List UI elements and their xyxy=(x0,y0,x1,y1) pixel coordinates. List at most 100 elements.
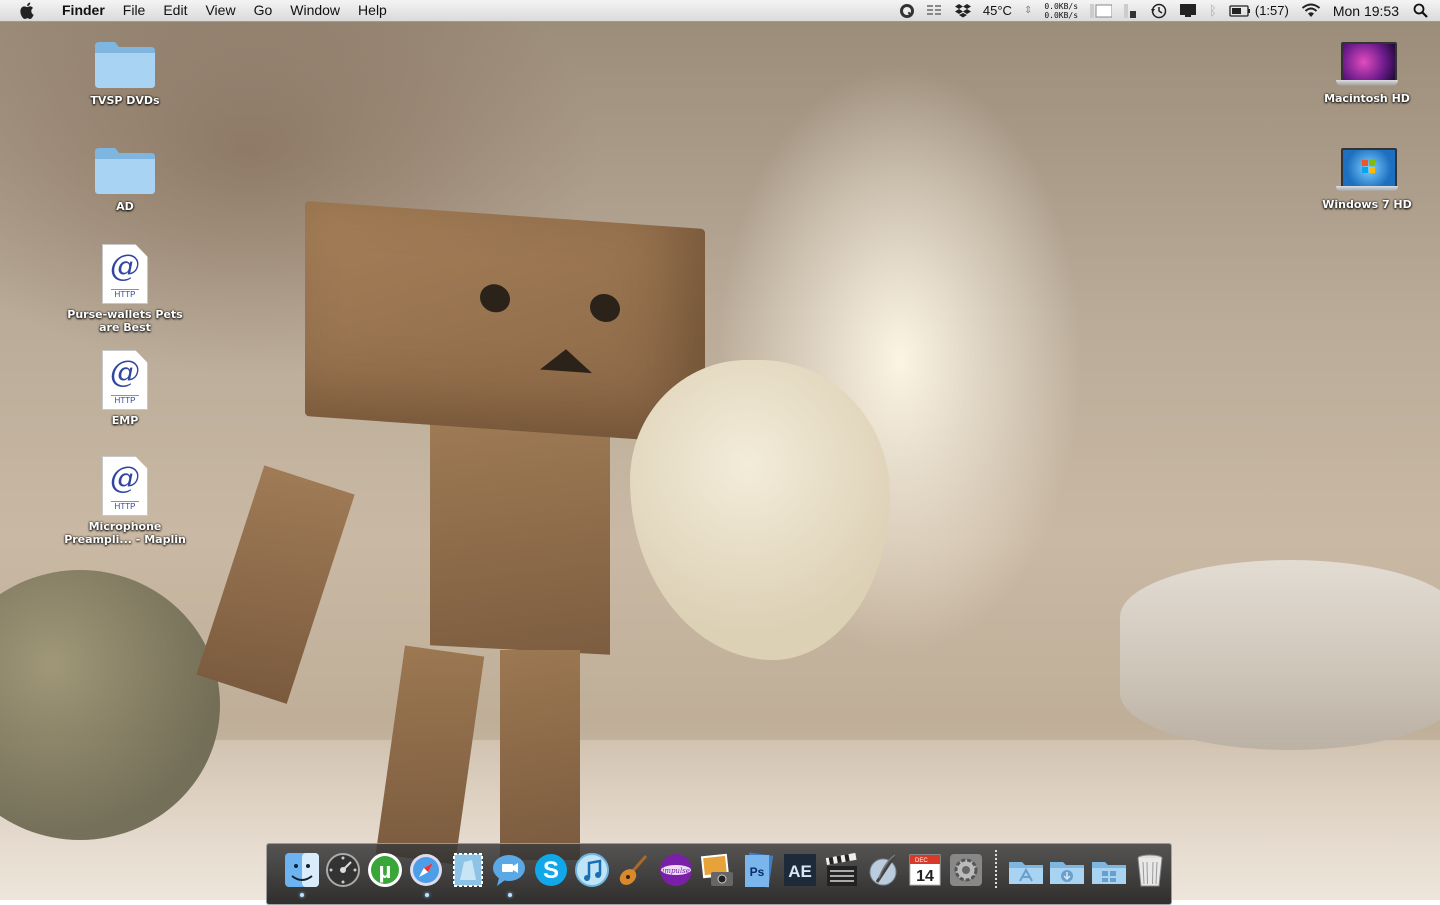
documents-folder-icon xyxy=(1091,862,1126,884)
dock-final-cut[interactable] xyxy=(823,851,861,889)
calendar-month: DEC xyxy=(915,858,928,864)
desktop-icon-weblink[interactable]: @ HTTP Purse-wallets Pets are Best xyxy=(65,244,185,334)
battery-time: (1:57) xyxy=(1254,3,1289,18)
dock-impulse[interactable]: impulse xyxy=(657,851,695,889)
wifi-icon[interactable] xyxy=(1301,3,1321,18)
menu-edit[interactable]: Edit xyxy=(154,0,196,21)
dropbox-icon[interactable] xyxy=(954,3,971,18)
wallpaper-robot-nose xyxy=(540,347,592,374)
dock-applications-folder[interactable] xyxy=(1007,851,1045,889)
desktop-icon-weblink[interactable]: @ HTTP EMP xyxy=(65,350,185,427)
text-menu-icon[interactable] xyxy=(926,4,943,18)
impulse-icon: impulse xyxy=(659,854,692,886)
dock-script-editor[interactable] xyxy=(864,851,902,889)
dock-ical[interactable]: DEC 14 xyxy=(906,851,944,889)
dock-photoshop[interactable]: Ps xyxy=(740,851,778,889)
apple-menu-icon[interactable] xyxy=(19,2,41,19)
menu-file[interactable]: File xyxy=(114,0,155,21)
dock-separator xyxy=(995,850,997,890)
itunes-icon xyxy=(575,853,610,887)
menu-bar: Finder File Edit View Go Window Help 45°… xyxy=(0,0,1440,22)
dock-iphoto[interactable] xyxy=(698,851,736,889)
desktop-icon-label: AD xyxy=(116,200,134,213)
menu-window[interactable]: Window xyxy=(281,0,349,21)
svg-text:impulse: impulse xyxy=(662,867,690,875)
temperature-readout[interactable]: 45°C xyxy=(983,3,1012,18)
quicksilver-icon[interactable] xyxy=(899,3,915,19)
http-location-icon: @ HTTP xyxy=(102,244,148,304)
chevron-updown-icon: ⇕ xyxy=(1023,5,1033,16)
dock-trash[interactable] xyxy=(1132,851,1170,889)
dock: µ S impulse Ps AE DEC 14 xyxy=(266,843,1172,905)
desktop-icon-windows-hd[interactable]: Windows 7 HD xyxy=(1307,148,1427,211)
http-badge: HTTP xyxy=(111,501,139,511)
clapperboard-icon xyxy=(825,852,857,886)
windows-logo-icon xyxy=(1362,160,1375,173)
trash-icon xyxy=(1137,854,1163,887)
laptop-base xyxy=(1336,80,1398,86)
dock-system-preferences[interactable] xyxy=(948,851,986,889)
wallpaper-robot-head xyxy=(305,201,705,444)
svg-text:S: S xyxy=(543,857,559,884)
dock-finder[interactable] xyxy=(283,851,321,897)
photoshop-icon: Ps xyxy=(744,852,773,888)
desktop-icon-macintosh-hd[interactable]: Macintosh HD xyxy=(1307,42,1427,105)
desktop-icon-weblink[interactable]: @ HTTP Microphone Preampli... - Maplin xyxy=(64,456,186,546)
wallpaper-robot-body xyxy=(430,415,610,655)
menu-view[interactable]: View xyxy=(196,0,244,21)
display-mirror-icon[interactable] xyxy=(1179,3,1197,18)
http-location-icon: @ HTTP xyxy=(102,350,148,410)
net-up-speed: 0.0KB/s xyxy=(1044,1,1079,11)
dock-documents-folder[interactable] xyxy=(1090,851,1128,889)
battery-icon[interactable]: (1:57) xyxy=(1229,3,1289,18)
dock-after-effects[interactable]: AE xyxy=(781,851,819,889)
wallpaper-plate xyxy=(1120,560,1440,750)
downloads-folder-icon xyxy=(1050,862,1085,884)
menubar-clock[interactable]: Mon 19:53 xyxy=(1333,3,1399,19)
http-badge: HTTP xyxy=(111,395,139,405)
menu-app-name[interactable]: Finder xyxy=(53,0,114,21)
gear-icon xyxy=(950,854,983,886)
time-machine-icon[interactable] xyxy=(1150,3,1167,19)
skype-icon: S xyxy=(534,854,567,886)
dock-mail[interactable] xyxy=(449,851,487,889)
dock-utorrent[interactable]: µ xyxy=(366,851,404,889)
utorrent-icon: µ xyxy=(367,853,402,887)
dock-dashboard[interactable] xyxy=(325,851,363,889)
network-speed[interactable]: 0.0KB/s 0.0KB/s xyxy=(1044,2,1078,20)
status-menus: 45°C ⇕ 0.0KB/s 0.0KB/s ᛒ (1:57) Mon 19:5… xyxy=(893,0,1440,21)
calendar-icon: DEC 14 xyxy=(909,854,941,886)
quill-icon xyxy=(869,854,897,886)
dock-safari[interactable] xyxy=(408,851,446,897)
menu-help[interactable]: Help xyxy=(349,0,396,21)
dock-skype[interactable]: S xyxy=(532,851,570,889)
cpu-meter-icon[interactable] xyxy=(1090,3,1113,19)
menu-go[interactable]: Go xyxy=(245,0,282,21)
ichat-icon xyxy=(493,855,526,886)
running-indicator xyxy=(507,893,512,897)
at-sign-glyph: @ xyxy=(110,355,140,390)
dashboard-icon xyxy=(326,853,361,887)
desktop-icon-label: EMP xyxy=(111,414,139,427)
http-location-icon: @ HTTP xyxy=(102,456,148,516)
wallpaper-robot-eye xyxy=(480,283,510,314)
dock-garageband[interactable] xyxy=(615,851,653,889)
dock-itunes[interactable] xyxy=(574,851,612,889)
at-sign-glyph: @ xyxy=(110,249,140,284)
desktop-icon-folder[interactable]: TVSP DVDs xyxy=(65,38,185,107)
dock-ichat[interactable] xyxy=(491,851,529,897)
bluetooth-icon[interactable]: ᛒ xyxy=(1209,3,1217,18)
folder-icon xyxy=(93,38,157,90)
at-sign-glyph: @ xyxy=(110,461,140,496)
laptop-drive-icon xyxy=(1336,42,1398,88)
dock-downloads-folder[interactable] xyxy=(1049,851,1087,889)
desktop-icon-label: Windows 7 HD xyxy=(1322,198,1412,211)
ae-label: AE xyxy=(788,862,812,881)
desktop-icon-folder[interactable]: AD xyxy=(65,144,185,213)
spotlight-search-icon[interactable] xyxy=(1413,3,1428,18)
memory-meter-icon[interactable] xyxy=(1124,3,1138,19)
svg-text:µ: µ xyxy=(378,858,391,883)
folder-icon xyxy=(93,144,157,196)
svg-text:Ps: Ps xyxy=(749,865,764,879)
desktop-icon-label: Microphone Preampli... - Maplin xyxy=(64,520,186,546)
